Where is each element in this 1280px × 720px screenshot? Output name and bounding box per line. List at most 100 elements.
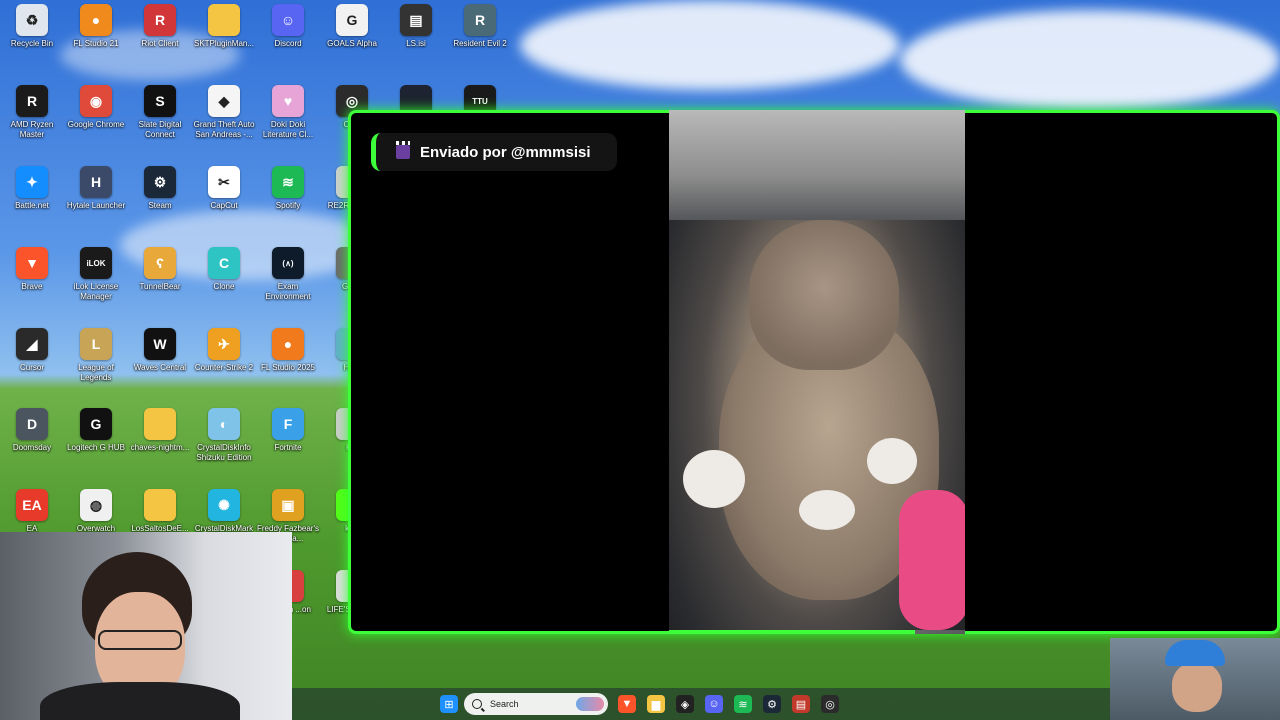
- ilok-icon: iLOK: [80, 247, 112, 279]
- desktop-shortcut[interactable]: S Slate Digital Connect: [128, 85, 192, 140]
- desktop-shortcut[interactable]: H Hytale Launcher: [64, 166, 128, 211]
- desktop-shortcut-label: Google Chrome: [67, 120, 125, 129]
- taskbar-steam-icon[interactable]: ⚙: [763, 695, 781, 713]
- desktop-shortcut-label: Counter-Strike 2: [194, 363, 254, 372]
- desktop-shortcut[interactable]: ▤ LS.isi: [384, 4, 448, 49]
- taskbar: [292, 688, 1110, 720]
- desktop-shortcut[interactable]: ☺ Discord: [256, 4, 320, 49]
- guest-face: [1172, 662, 1222, 712]
- desktop-shortcut[interactable]: chaves-nightm...: [128, 408, 192, 453]
- taskbar-search[interactable]: Search: [464, 693, 608, 715]
- folder-icon: [144, 408, 176, 440]
- desktop-shortcut[interactable]: iLOK iLok License Manager: [64, 247, 128, 302]
- hytale-icon: H: [80, 166, 112, 198]
- video-player[interactable]: [669, 110, 965, 634]
- spotify-icon: ≋: [272, 166, 304, 198]
- desktop-shortcut-label: Steam: [148, 201, 172, 210]
- taskbar-obs-icon[interactable]: ◎: [821, 695, 839, 713]
- desktop-shortcut[interactable]: ◉ Google Chrome: [64, 85, 128, 130]
- taskbar-file-explorer-icon[interactable]: ▆: [647, 695, 665, 713]
- desktop-shortcut[interactable]: LosSaltosDeE...: [128, 489, 192, 534]
- desktop-shortcut[interactable]: F Fortnite: [256, 408, 320, 453]
- folder-icon: [208, 4, 240, 36]
- desktop-shortcut[interactable]: G GOALS Alpha: [320, 4, 384, 49]
- desktop-shortcut[interactable]: L League of Legends: [64, 328, 128, 383]
- desktop-shortcut-label: FL Studio 21: [73, 39, 119, 48]
- video-progress-bar[interactable]: [669, 630, 965, 634]
- video-progress-fill: [669, 630, 915, 634]
- steam-icon: ⚙: [144, 166, 176, 198]
- desktop-shortcut-label: GOALS Alpha: [327, 39, 377, 48]
- desktop-shortcut-label: Logitech G HUB: [67, 443, 125, 452]
- bunny-paw: [867, 438, 917, 484]
- desktop-shortcut-label: Cursor: [19, 363, 44, 372]
- desktop-shortcut[interactable]: ◍ Overwatch: [64, 489, 128, 534]
- desktop-shortcut[interactable]: ⚙ Steam: [128, 166, 192, 211]
- capcut-icon: ✂: [208, 166, 240, 198]
- desktop-shortcut[interactable]: D Doomsday: [0, 408, 64, 453]
- desktop-shortcut[interactable]: ✦ Battle.net: [0, 166, 64, 211]
- desktop-shortcut-label: FL Studio 2025: [261, 363, 315, 372]
- desktop-shortcut-label: Waves Central: [133, 363, 187, 372]
- desktop-shortcut[interactable]: SKTPluginMan...: [192, 4, 256, 49]
- desktop-shortcut-label: chaves-nightm...: [130, 443, 190, 452]
- desktop-shortcut[interactable]: C Clone: [192, 247, 256, 292]
- desktop-shortcut-label: CrystalDiskInfo Shizuku Edition: [196, 443, 252, 462]
- desktop-shortcut-label: Hytale Launcher: [66, 201, 126, 210]
- clone-icon: C: [208, 247, 240, 279]
- taskbar-start-icon[interactable]: ⊞: [440, 695, 458, 713]
- desktop-shortcut[interactable]: ▼ Brave: [0, 247, 64, 292]
- desktop-shortcut[interactable]: ✺ CrystalDiskMark: [192, 489, 256, 534]
- search-highlight-icon: [576, 697, 604, 711]
- file-icon: ▤: [400, 4, 432, 36]
- bunny-paw: [683, 450, 745, 508]
- taskbar-app-icon[interactable]: ◈: [676, 695, 694, 713]
- desktop-shortcut[interactable]: ◐ CrystalDiskInfo Shizuku Edition: [192, 408, 256, 463]
- crystaldiskinfo-icon: ◐: [208, 408, 240, 440]
- desktop-shortcut[interactable]: (∧) Exam Environment: [256, 247, 320, 302]
- desktop-shortcut-label: SKTPluginMan...: [193, 39, 255, 48]
- overwatch-icon: ◍: [80, 489, 112, 521]
- webcam-streamer: [0, 532, 292, 720]
- guest-cap: [1165, 640, 1225, 666]
- desktop-shortcut[interactable]: G Logitech G HUB: [64, 408, 128, 453]
- taskbar-news-icon[interactable]: ▤: [792, 695, 810, 713]
- crystaldiskmark-icon: ✺: [208, 489, 240, 521]
- desktop-shortcut[interactable]: R Riot Client: [128, 4, 192, 49]
- desktop-shortcut-label: iLok License Manager: [73, 282, 119, 301]
- desktop-shortcut[interactable]: W Waves Central: [128, 328, 192, 373]
- desktop-shortcut[interactable]: ♻ Recycle Bin: [0, 4, 64, 49]
- taskbar-discord-icon[interactable]: ☺: [705, 695, 723, 713]
- desktop-shortcut-label: Fortnite: [274, 443, 302, 452]
- folder-icon: [144, 489, 176, 521]
- desktop-shortcut-label: Riot Client: [141, 39, 179, 48]
- desktop-shortcut[interactable]: ✂ CapCut: [192, 166, 256, 211]
- desktop-shortcut-label: Spotify: [275, 201, 301, 210]
- desktop-shortcut-label: Slate Digital Connect: [138, 120, 182, 139]
- waves-central-icon: W: [144, 328, 176, 360]
- desktop-shortcut[interactable]: R Resident Evil 2: [448, 4, 512, 49]
- desktop-shortcut[interactable]: ✈ Counter-Strike 2: [192, 328, 256, 373]
- taskbar-brave-icon[interactable]: ▼: [618, 695, 636, 713]
- desktop-shortcut[interactable]: ♥ Doki Doki Literature Cl...: [256, 85, 320, 140]
- fl-studio-2025-icon: ●: [272, 328, 304, 360]
- desktop-shortcut-label: Exam Environment: [265, 282, 311, 301]
- counter-strike-icon: ✈: [208, 328, 240, 360]
- bunny-paw: [799, 490, 855, 530]
- riot-client-icon: R: [144, 4, 176, 36]
- desktop-shortcut[interactable]: ● FL Studio 2025: [256, 328, 320, 373]
- desktop-shortcut[interactable]: ● FL Studio 21: [64, 4, 128, 49]
- desktop-shortcut[interactable]: ʕ TunnelBear: [128, 247, 192, 292]
- desktop-shortcut-label: Recycle Bin: [10, 39, 54, 48]
- battlenet-icon: ✦: [16, 166, 48, 198]
- desktop-shortcut[interactable]: ◆ Grand Theft Auto San Andreas -...: [192, 85, 256, 140]
- desktop-shortcut[interactable]: R AMD Ryzen Master: [0, 85, 64, 140]
- taskbar-spotify-icon[interactable]: ≋: [734, 695, 752, 713]
- desktop-shortcut[interactable]: EA EA: [0, 489, 64, 534]
- search-icon: [472, 699, 482, 709]
- desktop-shortcut[interactable]: ◢ Cursor: [0, 328, 64, 373]
- hand-sleeve: [899, 490, 965, 630]
- desktop-shortcut-label: TunnelBear: [139, 282, 181, 291]
- doki-doki-icon: ♥: [272, 85, 304, 117]
- desktop-shortcut[interactable]: ≋ Spotify: [256, 166, 320, 211]
